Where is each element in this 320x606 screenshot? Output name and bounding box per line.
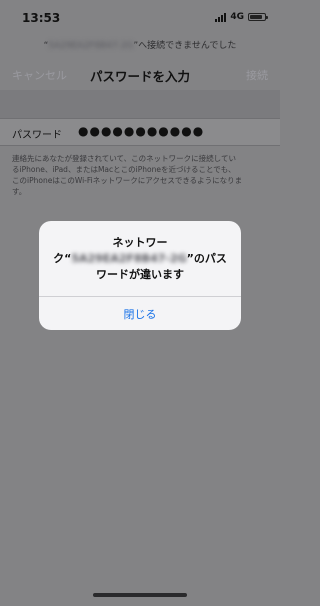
section-spacer xyxy=(0,90,280,118)
battery-icon xyxy=(248,13,268,21)
password-field-row[interactable]: パスワード ●●●●●●●●●●● xyxy=(0,118,280,146)
help-line: す。 xyxy=(12,187,27,196)
help-line: このiPhoneはこのWi-Fiネットワークにアクセスできるようになりま xyxy=(12,176,243,185)
alert-line-2-prefix: ク“ xyxy=(53,252,72,265)
help-line: るiPhone、iPad、またはMacとこのiPhoneを近づけることでも、 xyxy=(12,165,236,174)
alert-line-2: ク“5A29EA2F8B47-2G”のパス xyxy=(39,251,241,267)
help-text: 連絡先にあなたが登録されていて、このネットワークに接続してい るiPhone、i… xyxy=(12,153,270,197)
status-time: 13:53 xyxy=(22,11,61,25)
page-title: パスワードを入力 xyxy=(89,69,190,84)
error-alert-dialog: ネットワー ク“5A29EA2F8B47-2G”のパス ワードが違います 閉じる xyxy=(39,221,241,330)
alert-ssid: 5A29EA2F8B47-2G xyxy=(71,252,187,265)
password-label: パスワード xyxy=(12,130,62,141)
cellular-signal-icon xyxy=(215,12,227,22)
network-type: 4G xyxy=(230,12,244,22)
prompt-ssid: 5A29EA2F8B47-2G xyxy=(48,41,134,51)
password-input[interactable]: ●●●●●●●●●●● xyxy=(78,124,204,138)
help-line: 連絡先にあなたが登録されていて、このネットワークに接続してい xyxy=(12,154,236,163)
alert-line-3: ワードが違います xyxy=(96,268,184,281)
alert-line-2-suffix: ”のパス xyxy=(186,252,227,265)
close-button[interactable]: 閉じる xyxy=(39,297,241,330)
navigation-bar: キャンセル パスワードを入力 接続 xyxy=(0,56,280,90)
prompt-suffix: へ接続できませんでした xyxy=(138,41,237,51)
join-button[interactable]: 接続 xyxy=(246,67,268,83)
status-indicators: 4G xyxy=(215,12,268,22)
alert-line-1: ネットワー xyxy=(112,236,168,249)
status-bar: 13:53 4G xyxy=(0,0,280,34)
alert-message: ネットワー ク“5A29EA2F8B47-2G”のパス ワードが違います xyxy=(39,235,241,283)
connection-failed-prompt: “5A29EA2F8B47-2G”へ接続できませんでした xyxy=(0,38,280,51)
home-indicator[interactable] xyxy=(93,593,187,597)
